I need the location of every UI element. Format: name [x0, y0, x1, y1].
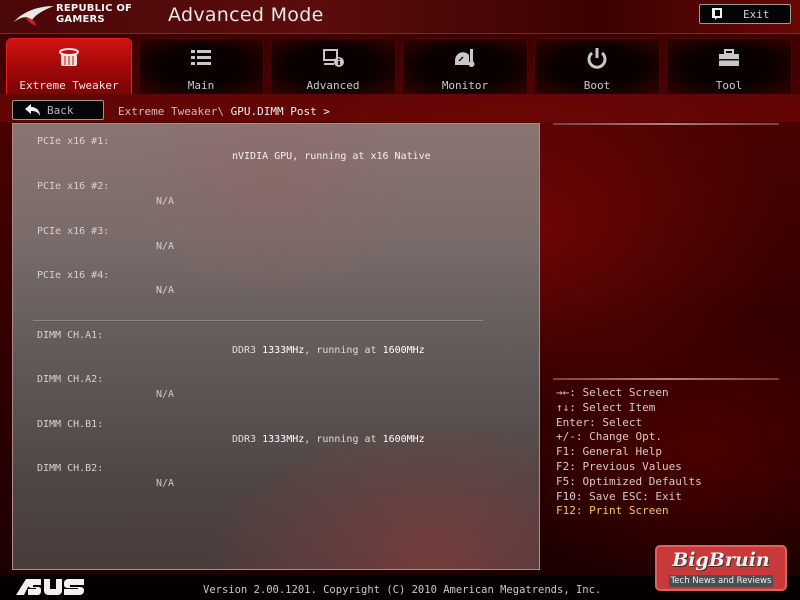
pcie-slot-4-label: PCIe x16 #4:: [37, 270, 110, 281]
help-f10-esc: F10: Save ESC: Exit: [556, 489, 682, 503]
tab-label: Extreme Tweaker: [19, 79, 119, 92]
dimm-a1-label: DIMM CH.A1:: [37, 330, 104, 341]
tab-monitor[interactable]: Monitor: [402, 38, 528, 94]
back-arrow-icon: [25, 104, 40, 116]
watermark-tagline: Tech News and Reviews: [669, 575, 773, 587]
help-select-item: ↑↓: Select Item: [556, 400, 656, 414]
help-f1: F1: General Help: [556, 445, 662, 459]
tab-main[interactable]: Main: [138, 38, 264, 94]
dimm-b1-actual: 1600MHz: [382, 434, 425, 445]
dimm-b1-type: DDR3: [232, 434, 257, 445]
rog-logo-icon: [14, 6, 54, 26]
help-select-screen: →←: Select Screen: [556, 386, 669, 399]
toolbox-icon: [719, 49, 739, 66]
tab-extreme-tweaker[interactable]: Extreme Tweaker: [6, 38, 132, 94]
dimm-a2-label: DIMM CH.A2:: [37, 374, 104, 385]
brand-line-1: REPUBLIC OF: [56, 3, 133, 14]
dimm-b1-value: DDR3 1333MHz, running at 1600MHz: [232, 434, 425, 445]
help-keys-divider: [553, 378, 779, 380]
watermark-title: BigBruin: [672, 549, 770, 571]
pcie-slot-4-value: N/A: [156, 285, 175, 296]
dimm-a1-type: DDR3: [232, 345, 257, 356]
dimm-a1-value: DDR3 1333MHz, running at 1600MHz: [232, 345, 425, 356]
tab-advanced[interactable]: Advanced: [270, 38, 396, 94]
list-icon: [191, 50, 211, 65]
help-f5: F5: Optimized Defaults: [556, 474, 702, 488]
tab-label: Advanced: [306, 79, 360, 92]
back-label: Back: [47, 103, 74, 117]
tab-label: Main: [187, 79, 215, 92]
brand-text: REPUBLIC OF GAMERS: [56, 3, 132, 25]
dimm-b2-label: DIMM CH.B2:: [37, 463, 104, 474]
exit-label: Exit: [743, 7, 770, 21]
pcie-slot-1-value: nVIDIA GPU, running at x16 Native: [232, 151, 431, 162]
dimm-b1-mid: , running at: [304, 434, 377, 445]
power-icon: [587, 48, 607, 69]
help-enter: Enter: Select: [556, 415, 643, 429]
tab-boot[interactable]: Boot: [534, 38, 660, 94]
advanced-info-icon: [323, 49, 344, 67]
help-f12: F12: Print Screen: [556, 504, 669, 518]
help-change-opt: +/-: Change Opt.: [556, 430, 662, 444]
dimm-a1-actual: 1600MHz: [382, 345, 425, 356]
pcie-slot-3-value: N/A: [156, 241, 175, 252]
pcie-slot-1-label: PCIe x16 #1:: [37, 136, 110, 147]
bigbruin-watermark: BigBruin Tech News and Reviews: [655, 545, 787, 591]
dimm-a2-value: N/A: [156, 389, 175, 400]
exit-door-icon: [712, 8, 722, 20]
pcie-slot-2-value: N/A: [156, 196, 175, 207]
dimm-b1-rated: 1333MHz: [262, 434, 305, 445]
dimm-b1-label: DIMM CH.B1:: [37, 419, 104, 430]
tweaker-icon: [59, 48, 79, 66]
breadcrumb-parent[interactable]: Extreme Tweaker\: [118, 105, 224, 118]
page-title: Advanced Mode: [168, 4, 324, 26]
tab-label: Monitor: [441, 79, 489, 92]
help-f2: F2: Previous Values: [556, 459, 682, 473]
breadcrumb-current: GPU.DIMM Post >: [230, 105, 330, 118]
dimm-a1-mid: , running at: [304, 345, 377, 356]
pcie-slot-3-label: PCIe x16 #3:: [37, 226, 110, 237]
brand-line-2: GAMERS: [56, 14, 105, 25]
gpu-dimm-post-panel: PCIe x16 #1: nVIDIA GPU, running at x16 …: [12, 123, 540, 570]
pcie-slot-2-label: PCIe x16 #2:: [37, 181, 110, 192]
tab-label: Boot: [583, 79, 611, 92]
back-button[interactable]: Back: [12, 100, 104, 120]
tab-label: Tool: [715, 79, 743, 92]
dimm-b2-value: N/A: [156, 478, 175, 489]
version-copyright-text: Version 2.00.1201. Copyright (C) 2010 Am…: [203, 584, 602, 596]
asus-logo-icon: [16, 579, 84, 595]
breadcrumb: Extreme Tweaker\ GPU.DIMM Post >: [118, 105, 330, 118]
help-description-divider: [553, 123, 779, 125]
main-tabs: Extreme Tweaker Main Advanced Monitor Bo…: [6, 38, 796, 94]
section-divider: [33, 320, 483, 322]
help-keys-list: →←: Select Screen ↑↓: Select Item Enter:…: [556, 386, 702, 519]
monitor-thermometer-icon: [454, 49, 475, 67]
header-bar: REPUBLIC OF GAMERS Advanced Mode Exit: [0, 0, 800, 34]
tab-tool[interactable]: Tool: [666, 38, 792, 94]
dimm-a1-rated: 1333MHz: [262, 345, 305, 356]
exit-button[interactable]: Exit: [699, 4, 791, 24]
